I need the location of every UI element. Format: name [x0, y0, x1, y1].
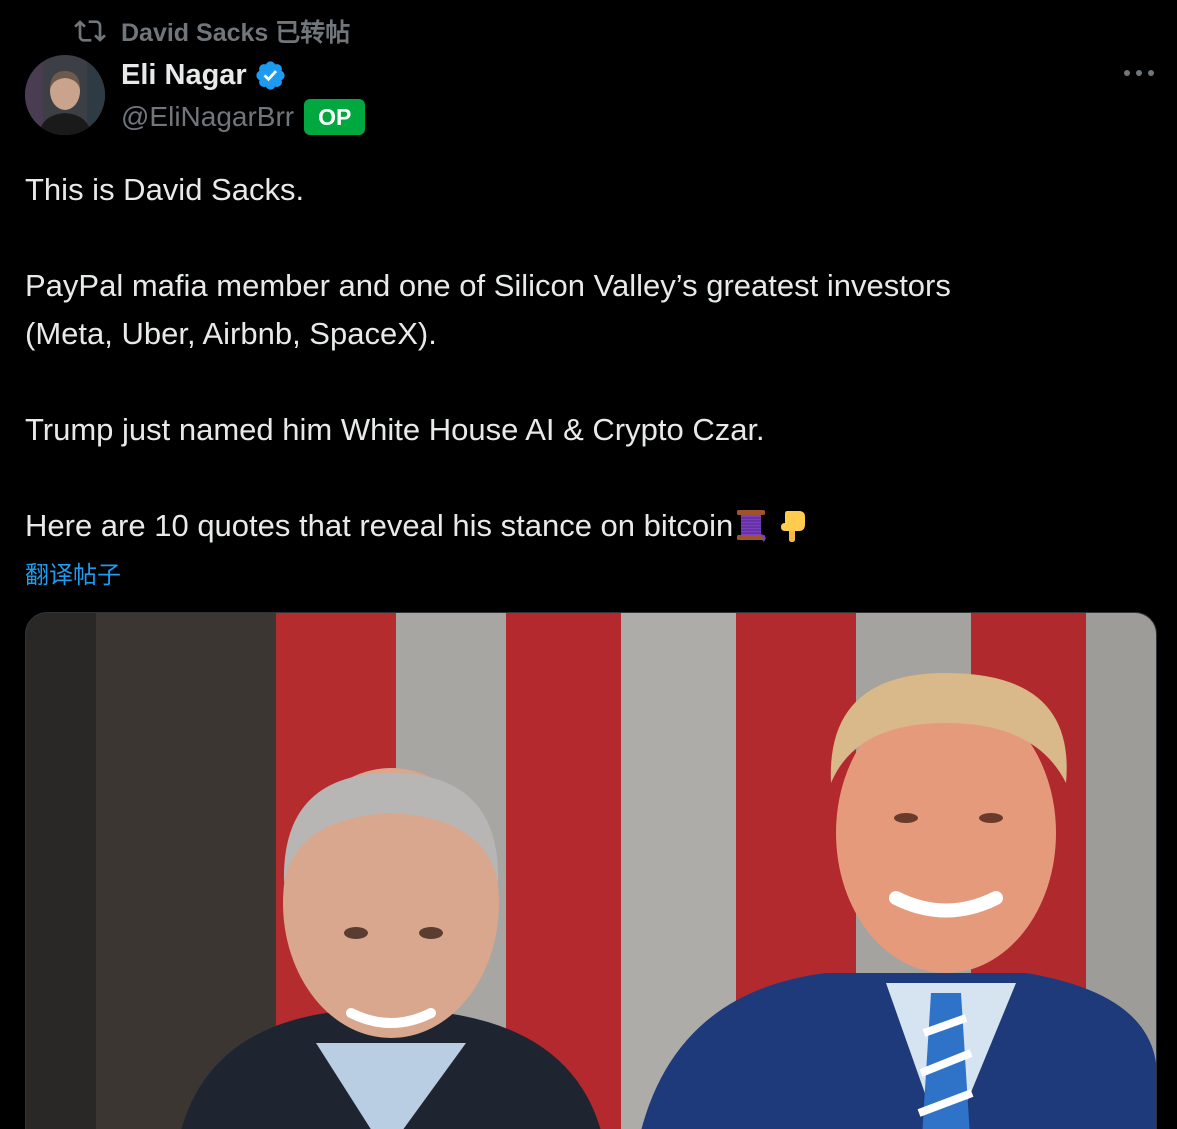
repost-icon — [74, 20, 106, 42]
tweet-line: PayPal mafia member and one of Silicon V… — [25, 268, 951, 303]
photo — [26, 613, 1156, 1129]
repost-indicator[interactable]: David Sacks 已转帖 — [74, 14, 350, 48]
thread-spool-emoji — [733, 507, 769, 557]
tweet-line-with-emoji: Here are 10 quotes that reveal his stanc… — [25, 502, 1155, 557]
verified-badge-icon — [256, 60, 285, 90]
author-handle[interactable]: @EliNagarBrr — [121, 101, 294, 133]
op-badge: OP — [304, 99, 366, 135]
more-options-button[interactable] — [1120, 58, 1158, 88]
author-display-name[interactable]: Eli Nagar — [121, 59, 247, 92]
tweet-body: This is David Sacks. PayPal mafia member… — [25, 166, 1155, 557]
avatar-image — [25, 55, 105, 135]
author-name-row[interactable]: Eli Nagar — [121, 56, 287, 94]
avatar[interactable] — [25, 55, 105, 135]
more-options-icon — [1124, 70, 1154, 76]
tweet-line: Here are 10 quotes that reveal his stanc… — [25, 508, 734, 543]
repost-text: David Sacks 已转帖 — [121, 19, 351, 47]
tweet-photo[interactable] — [25, 612, 1157, 1129]
tweet-line: Trump just named him White House AI & Cr… — [25, 412, 765, 447]
pointing-down-emoji — [775, 507, 811, 557]
tweet-line: (Meta, Uber, Airbnb, SpaceX). — [25, 316, 437, 351]
author-handle-row: @EliNagarBrr OP — [121, 99, 366, 135]
translate-post-link[interactable]: 翻译帖子 — [25, 555, 121, 590]
tweet-line: This is David Sacks. — [25, 172, 305, 207]
